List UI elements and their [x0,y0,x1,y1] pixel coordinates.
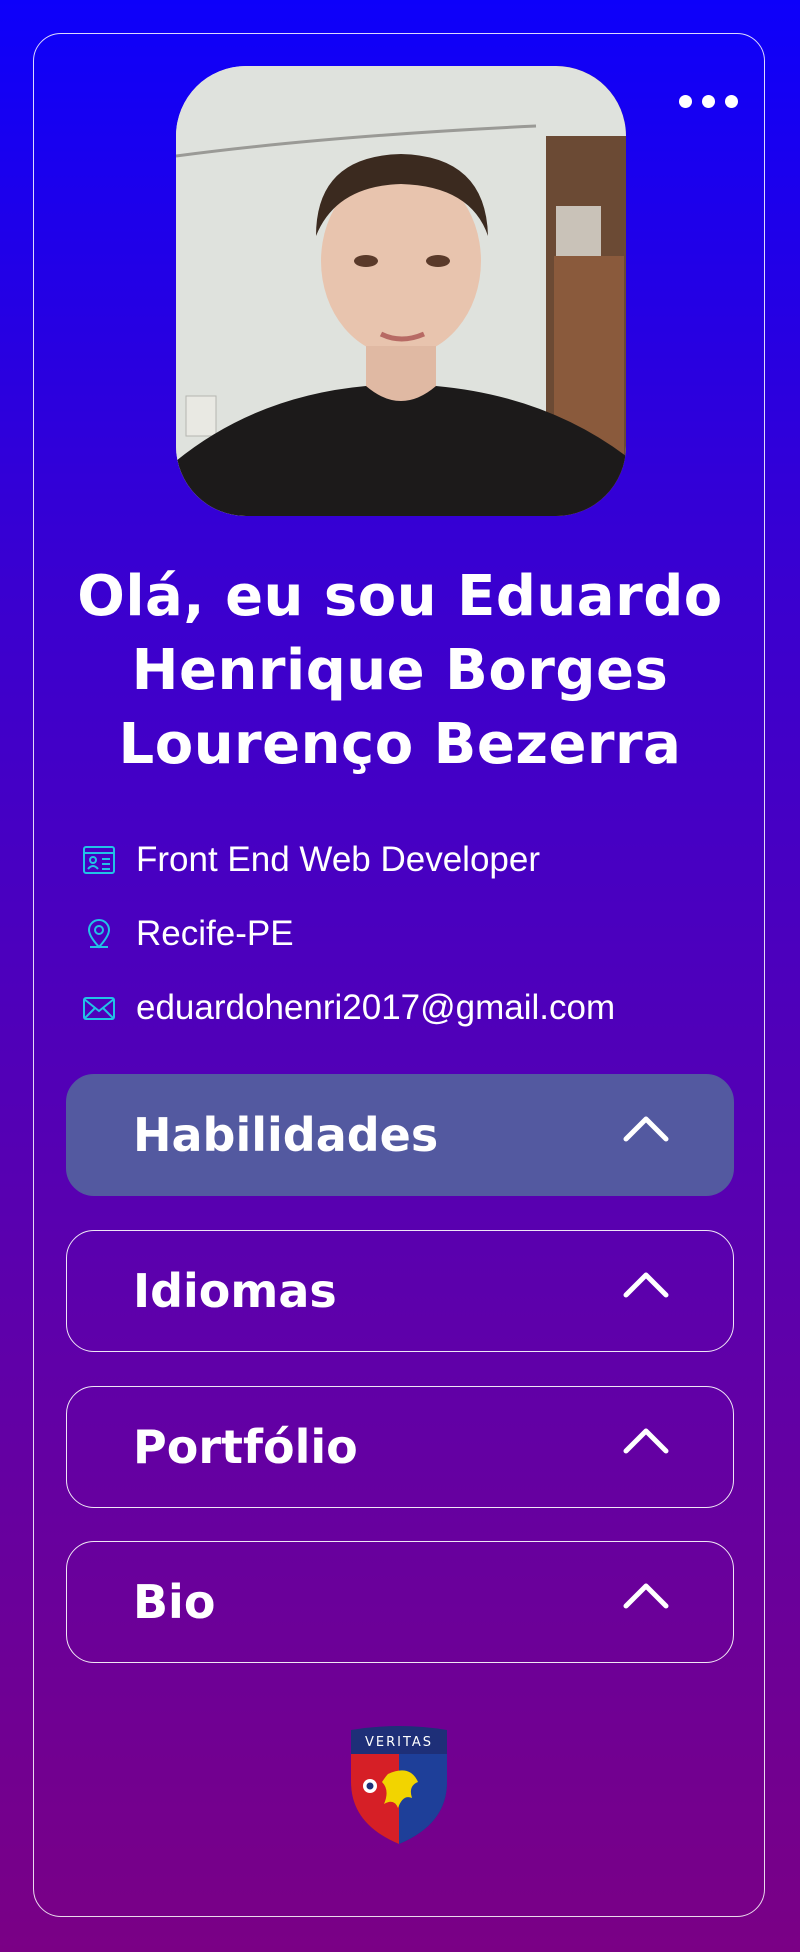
profile-photo [176,66,626,516]
crest-logo: VERITAS [351,1726,447,1844]
map-pin-icon [82,917,116,951]
section-label: Bio [133,1575,216,1629]
crest-motto: VERITAS [365,1735,433,1750]
role-text: Front End Web Developer [136,840,541,879]
section-label: Portfólio [133,1420,358,1474]
dot [679,95,692,108]
section-portfolio[interactable]: Portfólio [66,1386,734,1508]
location-row: Recife-PE [82,897,294,971]
email-link[interactable]: eduardohenri2017@gmail.com [136,988,615,1028]
dot [702,95,715,108]
more-options-button[interactable] [679,95,738,108]
section-label: Idiomas [133,1264,337,1318]
page-title: Olá, eu sou Eduardo Henrique Borges Lour… [77,564,723,777]
chevron-up-icon [623,1272,669,1298]
chevron-up-icon [623,1428,669,1454]
section-label: Habilidades [133,1108,439,1162]
email-row: eduardohenri2017@gmail.com [82,971,615,1045]
role-row: Front End Web Developer [82,823,540,897]
mail-icon [82,991,116,1025]
dot [725,95,738,108]
location-text: Recife-PE [136,914,294,953]
section-habilidades[interactable]: Habilidades [66,1074,734,1196]
chevron-up-icon [623,1116,669,1142]
section-bio[interactable]: Bio [66,1541,734,1663]
section-idiomas[interactable]: Idiomas [66,1230,734,1352]
id-card-icon [82,843,116,877]
chevron-up-icon [623,1583,669,1609]
